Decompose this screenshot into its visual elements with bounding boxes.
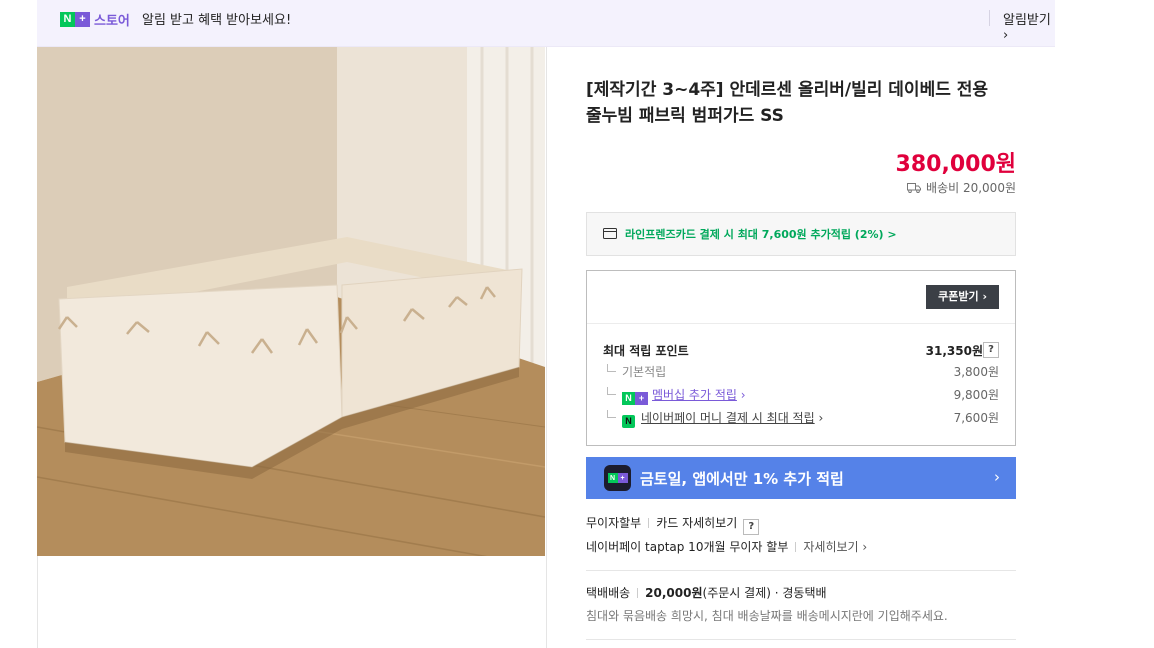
- card-detail-link[interactable]: 카드 자세히보기: [656, 516, 737, 530]
- delivery-fee: 20,000원: [645, 586, 703, 600]
- tree-branch-icon: [607, 387, 616, 395]
- section-divider: [586, 639, 1016, 640]
- naver-plus-app-icon: N +: [604, 465, 631, 491]
- credit-card-icon: [603, 228, 617, 239]
- basic-points-label: 기본적립: [622, 365, 667, 379]
- tree-branch-icon: [607, 364, 616, 372]
- naver-plus-badge-icon: N +: [622, 392, 648, 405]
- max-points-row: 최대 적립 포인트 31,350원 ?: [603, 342, 999, 360]
- npay-points-link[interactable]: 네이버페이 머니 결제 시 최대 적립: [641, 411, 815, 425]
- delivery-carrier: · 경동택배: [774, 586, 827, 600]
- shipping-fee: 배송비 20,000원: [907, 179, 1016, 196]
- naver-pay-icon: N: [622, 414, 635, 428]
- installment-row: 무이자할부 카드 자세히보기?: [586, 514, 760, 535]
- chevron-right-icon: ›: [740, 388, 746, 402]
- shipping-fee-text: 배송비 20,000원: [926, 181, 1016, 195]
- truck-icon: [907, 182, 922, 193]
- npay-points-value: 7,600원: [953, 411, 999, 425]
- card-promo-text[interactable]: 라인프렌즈카드 결제 시 최대 7,600원 추가적립 (2%) >: [625, 226, 897, 242]
- npay-points-row: N 네이버페이 머니 결제 시 최대 적립 › 7,600원: [603, 409, 999, 428]
- chevron-right-icon: ›: [818, 411, 824, 425]
- installment-label: 무이자할부: [586, 516, 642, 530]
- taptap-detail-link[interactable]: 자세히보기 ›: [803, 540, 867, 554]
- max-points-label: 최대 적립 포인트: [603, 344, 689, 358]
- membership-points-link[interactable]: 멤버십 추가 적립: [652, 388, 737, 402]
- delivery-fee-note: (주문시 결제): [702, 586, 771, 600]
- banner-divider: [989, 10, 990, 26]
- product-price: 380,000원: [895, 152, 1016, 177]
- app-promo-banner[interactable]: N + 금토일, 앱에서만 1% 추가 적립 ›: [586, 457, 1016, 499]
- taptap-row: 네이버페이 taptap 10개월 무이자 할부 자세히보기 ›: [586, 538, 867, 555]
- alert-subscribe-link[interactable]: 알림받기 ›: [1003, 9, 1055, 43]
- product-image-column: [37, 47, 547, 648]
- coupon-button[interactable]: 쿠폰받기 ›: [926, 285, 999, 309]
- chevron-right-icon: ›: [994, 468, 1000, 486]
- points-box: 쿠폰받기 › 최대 적립 포인트 31,350원 ? 기본적립 3,800원 N…: [586, 270, 1016, 446]
- app-promo-text: 금토일, 앱에서만 1% 추가 적립: [640, 470, 844, 488]
- membership-points-row: N + 멤버십 추가 적립 › 9,800원: [603, 386, 999, 405]
- naver-plus-store-logo[interactable]: N + 스토어: [60, 11, 130, 29]
- delivery-row: 택배배송 20,000원(주문시 결제) · 경동택배: [586, 584, 827, 601]
- product-title: [제작기간 3~4주] 안데르센 올리버/빌리 데이베드 전용 줄누빔 패브릭 …: [586, 80, 989, 126]
- delivery-note: 침대와 묶음배송 희망시, 침대 배송날짜를 배송메시지란에 기입해주세요.: [586, 609, 948, 623]
- product-image[interactable]: [37, 47, 545, 556]
- naver-n-icon: N: [60, 11, 75, 27]
- store-logo-text: 스토어: [94, 13, 130, 29]
- delivery-type: 택배배송: [586, 586, 631, 600]
- banner-message: 알림 받고 혜택 받아보세요!: [142, 13, 292, 28]
- card-promo-box[interactable]: 라인프렌즈카드 결제 시 최대 7,600원 추가적립 (2%) >: [586, 212, 1016, 256]
- points-help-button[interactable]: ?: [983, 342, 999, 358]
- taptap-text: 네이버페이 taptap 10개월 무이자 할부: [586, 540, 789, 554]
- image-frame-bottom: [37, 556, 547, 648]
- section-divider: [586, 570, 1016, 571]
- points-separator: [587, 323, 1015, 324]
- notification-banner: N + 스토어 알림 받고 혜택 받아보세요! 알림받기 ›: [37, 0, 1055, 47]
- plus-icon: +: [75, 11, 90, 27]
- membership-points-value: 9,800원: [953, 388, 999, 402]
- tree-branch-icon: [607, 410, 616, 418]
- basic-points-row: 기본적립 3,800원: [603, 363, 999, 381]
- installment-help-button[interactable]: ?: [743, 519, 760, 535]
- max-points-value: 31,350원: [925, 344, 983, 358]
- basic-points-value: 3,800원: [953, 365, 999, 379]
